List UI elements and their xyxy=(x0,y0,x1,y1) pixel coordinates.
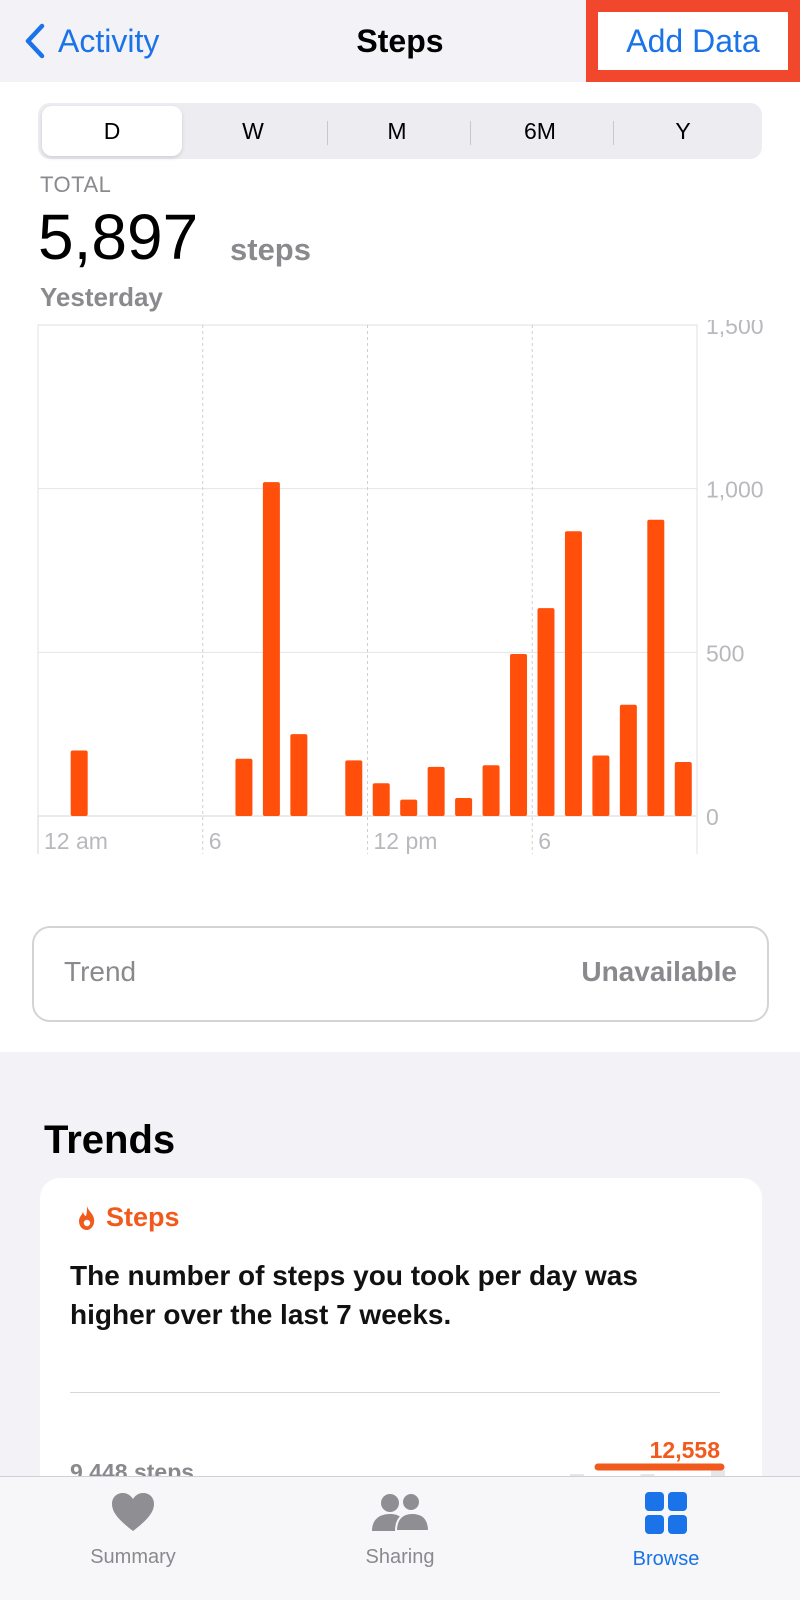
x-tick-label: 12 pm xyxy=(374,828,438,854)
date-label: Yesterday xyxy=(40,282,163,312)
navigation-bar: Activity Steps Add Data xyxy=(0,0,800,82)
steps-bar-chart[interactable]: 1,500 1,000 500 0 12 am 6 12 pm 6 xyxy=(0,320,800,880)
flame-icon xyxy=(79,1205,95,1230)
x-tick-label: 12 am xyxy=(44,828,108,854)
steps-bar[interactable] xyxy=(510,653,528,816)
steps-bar[interactable] xyxy=(455,797,473,816)
tab-sharing[interactable]: Sharing xyxy=(310,1491,490,1581)
segment-year[interactable]: Y xyxy=(613,106,753,156)
time-range-segmented-control: D W M 6M Y xyxy=(38,103,762,159)
steps-bar[interactable] xyxy=(345,760,363,816)
total-unit: steps xyxy=(230,232,311,267)
add-data-button[interactable]: Add Data xyxy=(600,20,786,62)
tab-bar: Summary Sharing Browse xyxy=(0,1476,800,1600)
segment-month[interactable]: M xyxy=(327,106,467,156)
card-tag-label: Steps xyxy=(106,1202,180,1232)
steps-bar[interactable] xyxy=(647,519,665,816)
steps-bar[interactable] xyxy=(592,755,610,816)
steps-bar[interactable] xyxy=(674,761,692,816)
trend-description: The number of steps you took per day was… xyxy=(70,1260,638,1330)
trend-value: Unavailable xyxy=(581,956,737,987)
trends-section: Trends Steps The number of steps you too… xyxy=(0,1052,800,1508)
grid-icon xyxy=(645,1492,687,1534)
tab-browse[interactable]: Browse xyxy=(576,1491,756,1581)
steps-bar[interactable] xyxy=(482,765,500,816)
steps-bar[interactable] xyxy=(235,758,253,816)
tab-summary-label: Summary xyxy=(90,1546,176,1568)
trend-row[interactable]: Trend Unavailable xyxy=(32,926,769,1022)
y-tick-label: 500 xyxy=(706,640,744,666)
steps-bar[interactable] xyxy=(537,608,555,816)
y-tick-label: 0 xyxy=(706,804,719,830)
trends-heading: Trends xyxy=(44,1118,176,1162)
steps-bar[interactable] xyxy=(70,750,88,816)
recent-average-label: 12,558 xyxy=(650,1437,721,1463)
card-tag: Steps xyxy=(76,1202,180,1233)
card-divider xyxy=(70,1392,720,1393)
tab-browse-label: Browse xyxy=(632,1548,700,1570)
segment-day[interactable]: D xyxy=(42,106,182,156)
segment-week[interactable]: W xyxy=(183,106,323,156)
steps-bar[interactable] xyxy=(400,799,418,816)
tab-summary[interactable]: Summary xyxy=(43,1491,223,1581)
steps-trend-card[interactable]: Steps The number of steps you took per d… xyxy=(40,1178,762,1508)
steps-bar[interactable] xyxy=(290,734,308,816)
steps-bar[interactable] xyxy=(427,766,445,816)
people-icon xyxy=(372,1492,431,1532)
segment-six-months[interactable]: 6M xyxy=(470,106,610,156)
total-value: 5,897 xyxy=(38,201,199,273)
x-tick-label: 6 xyxy=(538,828,551,854)
steps-bar[interactable] xyxy=(372,783,390,816)
steps-bar[interactable] xyxy=(262,482,280,816)
tab-sharing-label: Sharing xyxy=(365,1546,435,1568)
steps-bar[interactable] xyxy=(564,531,582,816)
y-tick-label: 1,500 xyxy=(706,320,764,339)
trend-label: Trend xyxy=(64,956,137,987)
x-tick-label: 6 xyxy=(209,828,222,854)
steps-bar[interactable] xyxy=(619,704,637,816)
y-tick-label: 1,000 xyxy=(706,477,764,503)
heart-icon xyxy=(112,1493,154,1531)
total-label: TOTAL xyxy=(40,172,112,197)
